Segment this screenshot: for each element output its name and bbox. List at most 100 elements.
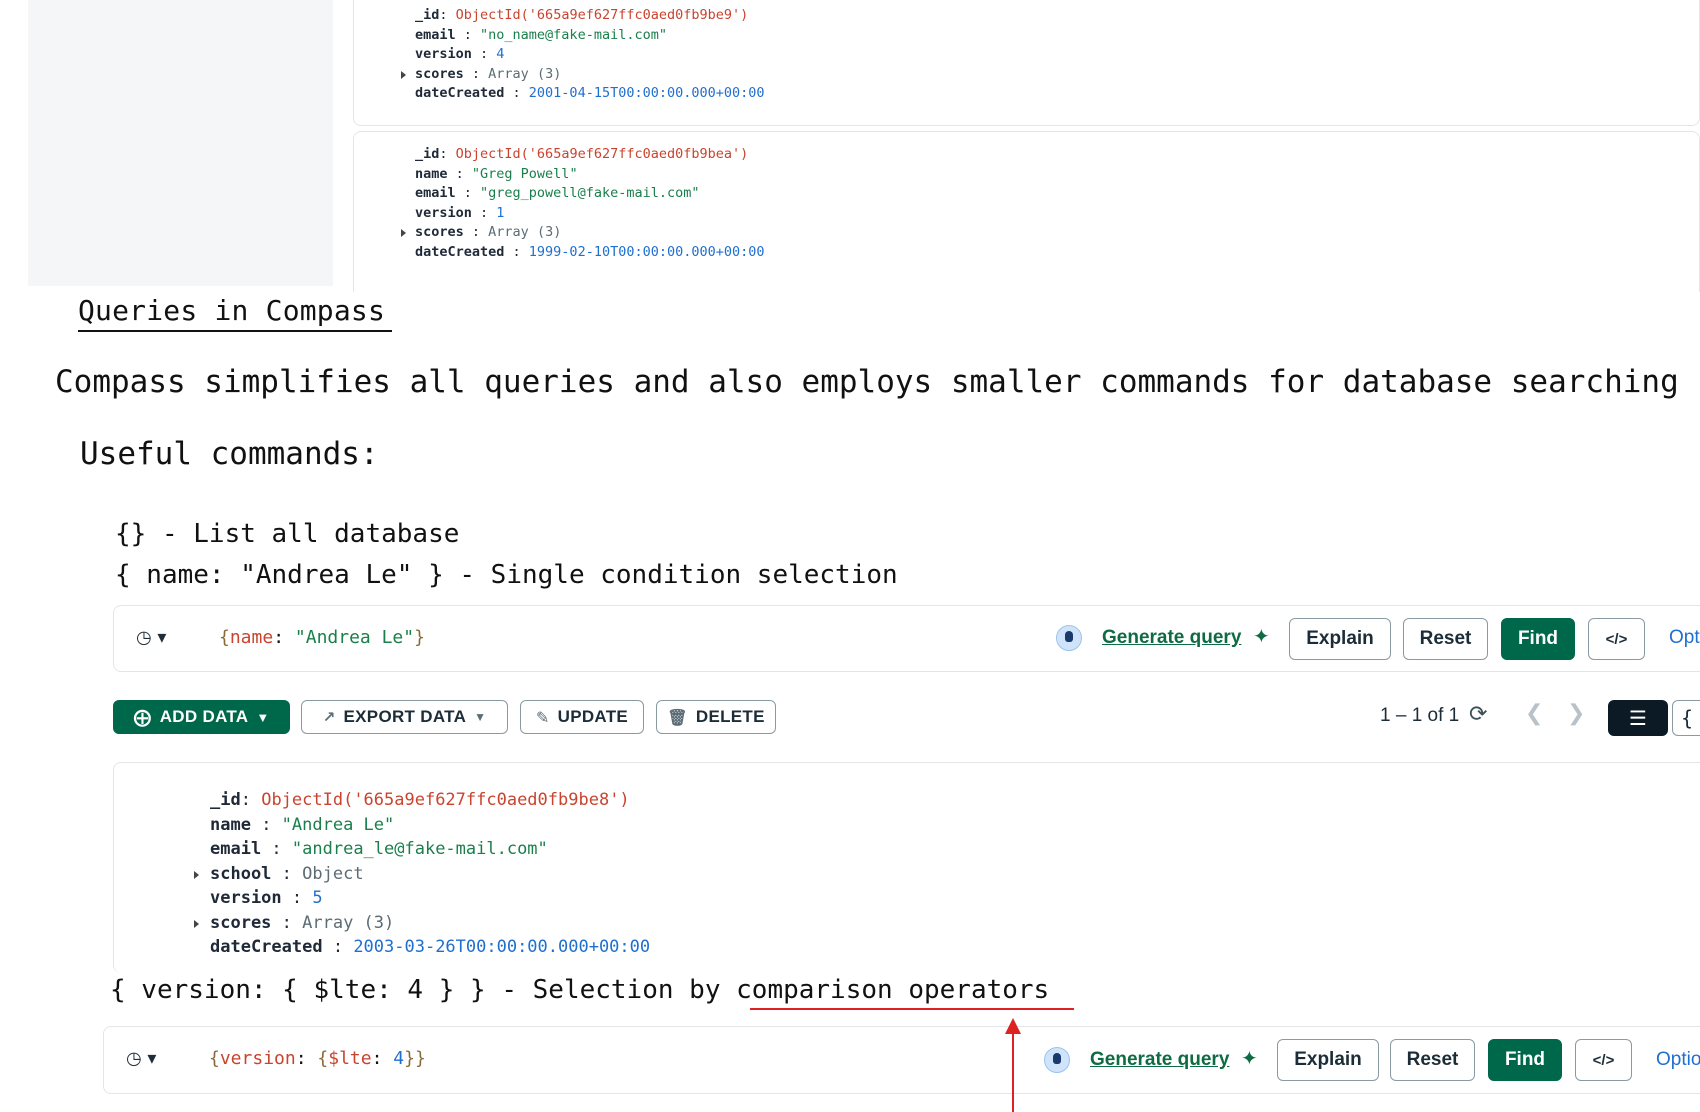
annotation-arrow-line bbox=[1012, 1030, 1014, 1112]
field-value: "no_name@fake-mail.com" bbox=[480, 26, 667, 43]
field-key: _id bbox=[415, 7, 440, 23]
sparkle-icon: ✦ bbox=[1241, 1046, 1258, 1070]
command-single-condition: { name: "Andrea Le" } - Single condition… bbox=[115, 560, 898, 590]
field-dateCreated: dateCreated : 1999-02-10T00:00:00.000+00… bbox=[415, 244, 765, 260]
field-key: scores bbox=[415, 224, 464, 241]
field-email: email : "andrea_le@fake-mail.com" bbox=[210, 839, 548, 859]
reset-button[interactable]: Reset bbox=[1403, 618, 1488, 660]
field-key: scores bbox=[210, 912, 272, 933]
command-list-all: {} - List all database bbox=[115, 519, 460, 549]
query-bar: ◷ ▾ {version: {$lte: 4}} Generate query … bbox=[103, 1026, 1700, 1094]
field-value: Array (3) bbox=[488, 224, 562, 241]
field-dateCreated: dateCreated : 2001-04-15T00:00:00.000+00… bbox=[415, 85, 765, 101]
field-value: "andrea_le@fake-mail.com" bbox=[291, 839, 548, 859]
field-scores: scores : Array (3) bbox=[401, 223, 562, 241]
field-scores: scores : Array (3) bbox=[194, 912, 395, 934]
field-key: dateCreated bbox=[210, 937, 323, 957]
field-value: Array (3) bbox=[302, 912, 395, 933]
expand-caret-icon[interactable] bbox=[194, 919, 199, 928]
page-heading: Queries in Compass bbox=[78, 294, 386, 327]
field-value: Object bbox=[302, 863, 364, 884]
field-name: name : "Greg Powell" bbox=[415, 165, 578, 182]
field-key: email bbox=[210, 839, 262, 859]
chevron-down-icon: ▼ bbox=[256, 709, 270, 725]
code-view-button[interactable]: </> bbox=[1575, 1039, 1632, 1081]
generate-query-link[interactable]: Generate query bbox=[1090, 1049, 1229, 1071]
lightbulb-icon bbox=[1044, 1047, 1070, 1073]
chevron-down-icon: ▼ bbox=[474, 710, 487, 724]
field-key: version bbox=[415, 46, 472, 62]
generate-query-link[interactable]: Generate query bbox=[1102, 627, 1241, 649]
field-value: "Greg Powell" bbox=[471, 165, 578, 182]
query-history-icon[interactable]: ◷ ▾ bbox=[136, 627, 166, 648]
list-icon: ☰ bbox=[1629, 706, 1647, 730]
field-value: ObjectId('665a9ef627ffc0aed0fb9be9') bbox=[455, 7, 749, 23]
field-id: _id: ObjectId('665a9ef627ffc0aed0fb9be9'… bbox=[415, 7, 749, 23]
lightbulb-icon bbox=[1056, 625, 1082, 651]
delete-button[interactable]: 🗑 DELETE bbox=[656, 700, 776, 734]
field-value: 1 bbox=[496, 204, 505, 221]
field-name: name : "Andrea Le" bbox=[210, 814, 395, 835]
reset-button[interactable]: Reset bbox=[1390, 1039, 1475, 1081]
find-button[interactable]: Find bbox=[1488, 1039, 1562, 1081]
options-link[interactable]: Optio bbox=[1656, 1049, 1700, 1071]
field-value: "greg_powell@fake-mail.com" bbox=[480, 185, 700, 202]
pencil-icon: ✎ bbox=[535, 707, 550, 727]
field-key: email bbox=[415, 26, 456, 43]
field-key: name bbox=[210, 814, 251, 835]
field-key: dateCreated bbox=[415, 244, 505, 260]
field-value: Array (3) bbox=[488, 65, 562, 82]
annotation-underline bbox=[750, 1008, 1074, 1010]
expand-caret-icon[interactable] bbox=[401, 70, 406, 79]
field-value: 1999-02-10T00:00:00.000+00:00 bbox=[528, 244, 765, 260]
query-history-icon[interactable]: ◷ ▾ bbox=[126, 1048, 156, 1069]
field-key: version bbox=[210, 888, 282, 908]
field-email: email : "greg_powell@fake-mail.com" bbox=[415, 185, 700, 202]
field-version: version : 5 bbox=[210, 888, 323, 908]
field-key: version bbox=[415, 204, 472, 221]
field-value: ObjectId('665a9ef627ffc0aed0fb9bea') bbox=[455, 146, 749, 162]
field-school: school : Object bbox=[194, 863, 364, 885]
field-value: ObjectId('665a9ef627ffc0aed0fb9be8') bbox=[261, 790, 630, 810]
query-input[interactable]: {name: "Andrea Le"} bbox=[219, 627, 425, 648]
field-key: scores bbox=[415, 65, 464, 82]
explain-button[interactable]: Explain bbox=[1277, 1039, 1379, 1081]
field-dateCreated: dateCreated : 2003-03-26T00:00:00.000+00… bbox=[210, 937, 651, 957]
expand-caret-icon[interactable] bbox=[401, 229, 406, 238]
chevron-left-icon[interactable]: ❮ bbox=[1525, 701, 1543, 726]
field-scores: scores : Array (3) bbox=[401, 65, 562, 83]
query-input[interactable]: {version: {$lte: 4}} bbox=[209, 1048, 426, 1069]
field-key: _id bbox=[210, 790, 241, 810]
field-key: school bbox=[210, 863, 272, 884]
update-button[interactable]: ✎ UPDATE bbox=[520, 700, 644, 734]
field-key: dateCreated bbox=[415, 85, 505, 101]
field-version: version : 1 bbox=[415, 204, 505, 221]
chevron-right-icon[interactable]: ❯ bbox=[1567, 701, 1585, 726]
find-button[interactable]: Find bbox=[1501, 618, 1575, 660]
refresh-icon[interactable]: ⟳ bbox=[1469, 702, 1487, 727]
field-value: "Andrea Le" bbox=[281, 814, 395, 835]
expand-caret-icon[interactable] bbox=[194, 870, 199, 879]
useful-commands-label: Useful commands: bbox=[80, 436, 379, 472]
field-id: _id: ObjectId('665a9ef627ffc0aed0fb9bea'… bbox=[415, 146, 749, 162]
query-bar: ◷ ▾ {name: "Andrea Le"} Generate query ✦… bbox=[113, 605, 1700, 672]
field-version: version : 4 bbox=[415, 46, 505, 62]
export-data-button[interactable]: ↗ EXPORT DATA ▼ bbox=[301, 700, 508, 734]
heading-underline bbox=[78, 330, 392, 332]
explain-button[interactable]: Explain bbox=[1289, 618, 1391, 660]
code-view-button[interactable]: </> bbox=[1588, 618, 1645, 660]
json-view-toggle[interactable]: { bbox=[1672, 700, 1700, 736]
field-value: 4 bbox=[496, 46, 505, 62]
field-key: email bbox=[415, 185, 456, 202]
field-value: 5 bbox=[312, 888, 323, 908]
options-link[interactable]: Opt bbox=[1669, 627, 1700, 649]
export-icon: ↗ bbox=[322, 708, 336, 726]
pagination-count: 1 – 1 of 1 bbox=[1380, 705, 1460, 726]
field-id: _id: ObjectId('665a9ef627ffc0aed0fb9be8'… bbox=[210, 790, 630, 810]
sparkle-icon: ✦ bbox=[1253, 624, 1270, 648]
sidebar-panel bbox=[28, 0, 333, 286]
add-data-button[interactable]: ⨁ ADD DATA ▼ bbox=[113, 700, 290, 734]
braces-icon: { bbox=[1681, 706, 1694, 730]
intro-paragraph: Compass simplifies all queries and also … bbox=[55, 364, 1679, 400]
list-view-toggle[interactable]: ☰ bbox=[1608, 700, 1668, 736]
